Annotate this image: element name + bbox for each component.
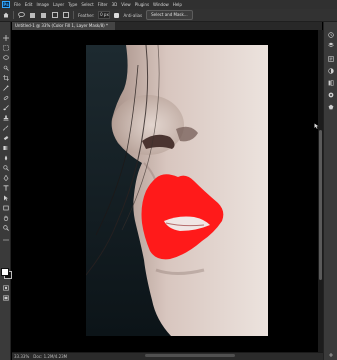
options-divider bbox=[13, 11, 14, 19]
quick-mask-icon[interactable] bbox=[2, 284, 9, 291]
document-canvas[interactable] bbox=[86, 45, 268, 336]
feather-label: Feather: bbox=[78, 12, 95, 18]
gradient-icon[interactable] bbox=[2, 144, 9, 151]
hand-icon[interactable] bbox=[2, 214, 9, 221]
panel-dock bbox=[323, 22, 337, 360]
document-tab[interactable]: Untitled-1 @ 33% (Color Fill 1, Layer Ma… bbox=[12, 22, 115, 30]
document-info[interactable]: Doc: 1.2M/4.23M bbox=[33, 354, 67, 359]
paths-icon[interactable] bbox=[328, 104, 334, 110]
rectangle-icon[interactable] bbox=[2, 204, 9, 211]
intersect-selection-icon[interactable] bbox=[62, 12, 69, 19]
menu-filter[interactable]: Filter bbox=[98, 2, 108, 7]
options-bar: Feather: 0 px Anti-alias Select and Mask… bbox=[0, 9, 337, 22]
menu-image[interactable]: Image bbox=[36, 2, 49, 7]
portrait-photo bbox=[86, 45, 268, 336]
vertical-scroll-thumb[interactable] bbox=[319, 130, 322, 280]
panel-collapse-icon[interactable] bbox=[328, 352, 334, 358]
pen-icon[interactable] bbox=[2, 174, 9, 181]
quick-select-icon[interactable] bbox=[2, 64, 9, 71]
eraser-icon[interactable] bbox=[2, 134, 9, 141]
clone-stamp-icon[interactable] bbox=[2, 114, 9, 121]
history-icon[interactable] bbox=[328, 32, 334, 38]
zoom-icon[interactable] bbox=[2, 224, 9, 231]
menu-layer[interactable]: Layer bbox=[53, 2, 64, 7]
brush-icon[interactable] bbox=[2, 104, 9, 111]
tools-panel bbox=[0, 22, 12, 360]
type-icon[interactable] bbox=[2, 184, 9, 191]
menu-edit[interactable]: Edit bbox=[25, 2, 33, 7]
foreground-color-swatch[interactable] bbox=[1, 268, 9, 276]
new-selection-icon[interactable] bbox=[29, 12, 36, 19]
menu-help[interactable]: Help bbox=[173, 2, 182, 7]
dodge-icon[interactable] bbox=[2, 164, 9, 171]
properties-icon[interactable] bbox=[328, 56, 334, 62]
feather-input[interactable]: 0 px bbox=[98, 11, 111, 19]
adjustments-icon[interactable] bbox=[328, 68, 334, 74]
path-select-icon[interactable] bbox=[2, 194, 9, 201]
photoshop-logo: Ps bbox=[2, 1, 10, 8]
menu-view[interactable]: View bbox=[121, 2, 131, 7]
layers-icon[interactable] bbox=[328, 42, 334, 48]
horizontal-scroll-thumb[interactable] bbox=[145, 354, 235, 357]
lasso-tool-preset-icon[interactable] bbox=[18, 12, 25, 19]
zoom-level[interactable]: 33.33% bbox=[14, 354, 29, 359]
menu-bar: Ps File Edit Image Layer Type Select Fil… bbox=[0, 0, 337, 9]
home-icon[interactable] bbox=[2, 12, 9, 19]
menu-file[interactable]: File bbox=[14, 2, 21, 7]
marquee-icon[interactable] bbox=[2, 44, 9, 51]
photoshop-window: Ps File Edit Image Layer Type Select Fil… bbox=[0, 0, 337, 360]
canvas-workspace[interactable] bbox=[12, 30, 323, 352]
add-to-selection-icon[interactable] bbox=[40, 12, 47, 19]
antialias-label: Anti-alias bbox=[123, 12, 143, 18]
menu-select[interactable]: Select bbox=[81, 2, 93, 7]
eyedropper-icon[interactable] bbox=[2, 84, 9, 91]
history-brush-icon[interactable] bbox=[2, 124, 9, 131]
crop-icon[interactable] bbox=[2, 74, 9, 81]
menu-plugins[interactable]: Plugins bbox=[135, 2, 149, 7]
more-tools-icon[interactable] bbox=[2, 236, 9, 243]
antialias-checkbox[interactable] bbox=[114, 12, 120, 18]
blur-icon[interactable] bbox=[2, 154, 9, 161]
healing-brush-icon[interactable] bbox=[2, 94, 9, 101]
screen-mode-icon[interactable] bbox=[2, 294, 9, 301]
options-divider bbox=[73, 11, 74, 19]
mouse-cursor-icon bbox=[314, 114, 320, 129]
subtract-from-selection-icon[interactable] bbox=[51, 12, 58, 19]
select-and-mask-button[interactable]: Select and Mask... bbox=[146, 10, 193, 20]
menu-type[interactable]: Type bbox=[68, 2, 77, 7]
menu-3d[interactable]: 3D bbox=[112, 2, 118, 7]
channels-icon[interactable] bbox=[328, 92, 334, 98]
libraries-icon[interactable] bbox=[328, 80, 334, 86]
lasso-icon[interactable] bbox=[2, 54, 9, 61]
move-icon[interactable] bbox=[2, 34, 9, 41]
menu-window[interactable]: Window bbox=[153, 2, 169, 7]
